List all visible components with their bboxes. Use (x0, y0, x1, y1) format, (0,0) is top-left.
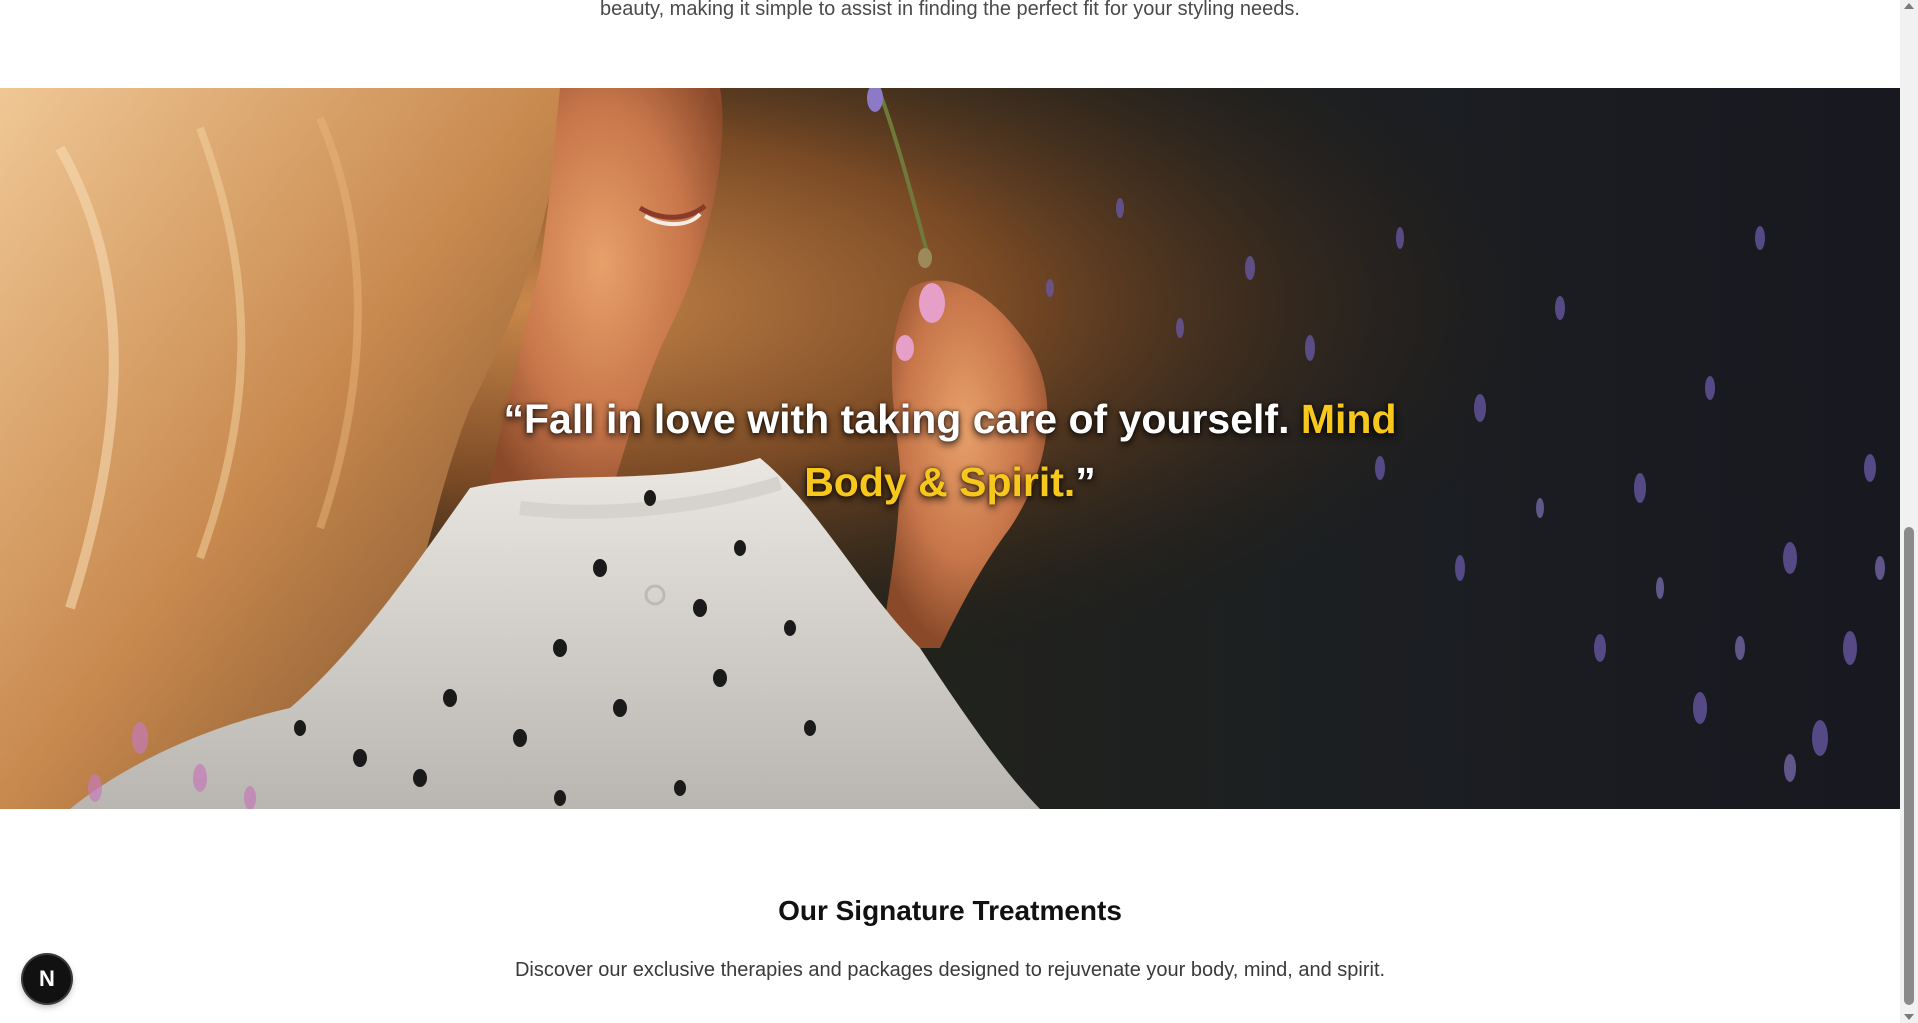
section-title: Our Signature Treatments (778, 895, 1122, 927)
quote-text-accent-2: Body & Spirit. (804, 459, 1076, 505)
hero-quote: “Fall in love with taking care of yourse… (0, 388, 1900, 514)
quote-close-mark: ” (1075, 459, 1096, 505)
quote-line-2: Body & Spirit.” (0, 451, 1900, 514)
vertical-scrollbar[interactable] (1900, 0, 1918, 1023)
next-dev-badge-button[interactable]: N (23, 955, 71, 1003)
section-subtitle: Discover our exclusive therapies and pac… (514, 959, 1386, 981)
scrollbar-thumb[interactable] (1904, 527, 1914, 1005)
intro-text: beauty, making it simple to assist in fi… (600, 0, 1300, 20)
scroll-down-arrow-icon[interactable] (1904, 1014, 1914, 1020)
quote-line-1: “Fall in love with taking care of yourse… (0, 388, 1900, 451)
page: beauty, making it simple to assist in fi… (0, 0, 1900, 1023)
quote-text-white: “Fall in love with taking care of yourse… (503, 396, 1301, 442)
n-logo-icon: N (39, 966, 55, 991)
scroll-up-arrow-icon[interactable] (1904, 3, 1914, 9)
hero-banner: “Fall in love with taking care of yourse… (0, 88, 1900, 809)
quote-text-accent: Mind (1300, 396, 1397, 442)
